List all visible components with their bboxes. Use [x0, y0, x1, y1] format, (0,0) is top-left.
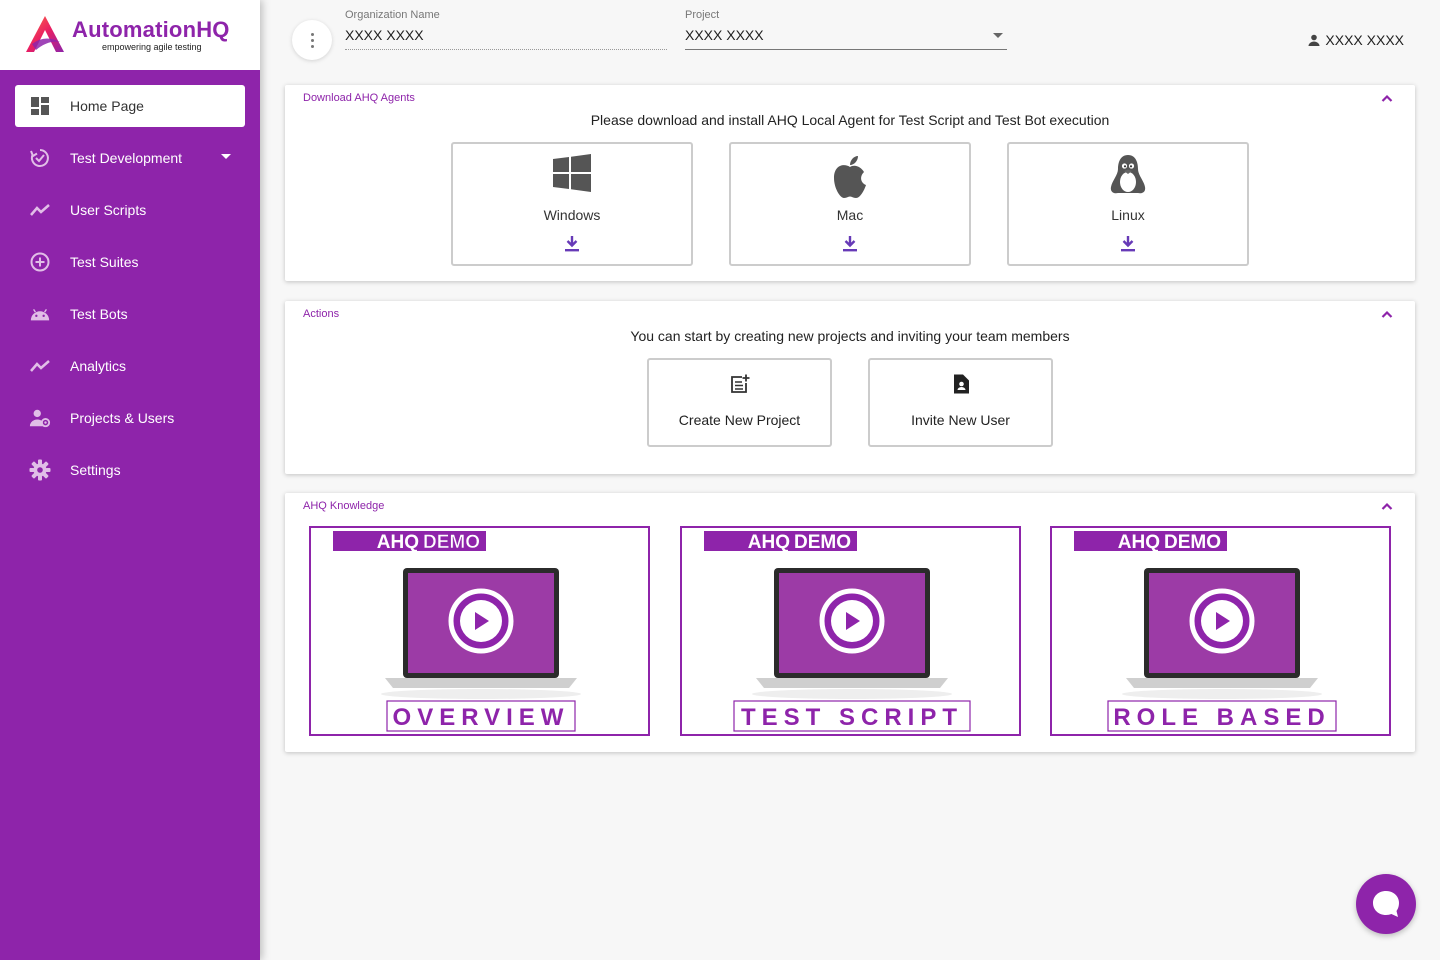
linux-icon: [1009, 154, 1247, 196]
download-icon: [1009, 235, 1247, 252]
video-brand-left: AHQ: [748, 532, 790, 553]
user-settings-icon: [29, 407, 51, 429]
card-title: Actions: [303, 308, 340, 320]
organization-value: XXXX XXXX: [345, 27, 667, 50]
sidebar-item-settings[interactable]: Settings: [15, 449, 245, 491]
trend-line-icon: [29, 355, 51, 377]
os-label: Mac: [836, 207, 864, 223]
more-vert-icon[interactable]: [292, 20, 332, 60]
video-brand-right: DEMO: [1164, 532, 1221, 553]
chevron-up-icon[interactable]: [1381, 502, 1393, 510]
video-brand-left: AHQ: [377, 532, 419, 553]
trend-line-icon: [29, 199, 51, 221]
apple-icon: [731, 154, 969, 200]
chat-button[interactable]: [1356, 874, 1416, 934]
download-linux-button[interactable]: Linux: [1007, 142, 1249, 266]
button-label: Create New Project: [678, 412, 801, 428]
project-select[interactable]: Project XXXX XXXX: [685, 9, 1007, 50]
sidebar-item-home-page[interactable]: Home Page: [15, 85, 245, 127]
sidebar: AutomationHQ empowering agile testing Ho…: [0, 0, 260, 960]
chevron-down-icon: [221, 154, 231, 159]
dropdown-arrow-icon: [993, 33, 1003, 38]
download-agents-card: Download AHQ Agents Please download and …: [285, 85, 1415, 281]
video-brand-right: DEMO: [794, 532, 851, 553]
os-label: Windows: [543, 207, 601, 223]
sidebar-item-label: Test Suites: [70, 254, 139, 270]
video-thumbnail: AHQ DEMO OVERVIEW: [333, 531, 581, 732]
sidebar-item-analytics[interactable]: Analytics: [15, 345, 245, 387]
sidebar-item-label: Analytics: [70, 358, 127, 374]
chat-bubble-icon: [1373, 891, 1399, 917]
invite-new-user-button[interactable]: Invite New User: [868, 358, 1053, 447]
download-icon: [731, 235, 969, 252]
card-title: AHQ Knowledge: [303, 500, 385, 512]
logo[interactable]: AutomationHQ empowering agile testing: [0, 0, 260, 70]
top-header: Organization Name XXXX XXXX Project XXXX…: [260, 0, 1440, 80]
chevron-up-icon[interactable]: [1381, 310, 1393, 318]
sidebar-item-user-scripts[interactable]: User Scripts: [15, 189, 245, 231]
sidebar-item-projects-users[interactable]: Projects & Users: [15, 397, 245, 439]
gear-icon: [29, 459, 51, 481]
sidebar-nav: Home Page Test Development User Scripts …: [0, 70, 260, 491]
card-description: Please download and install AHQ Local Ag…: [590, 112, 1110, 128]
project-label: Project: [685, 9, 720, 21]
actions-card: Actions You can start by creating new pr…: [285, 301, 1415, 474]
video-brand-left: AHQ: [1118, 532, 1160, 553]
video-test-script[interactable]: AHQ DEMO TEST SCRIPT: [680, 526, 1021, 736]
video-thumbnail: AHQ DEMO ROLE BASED: [1074, 531, 1337, 732]
organization-label: Organization Name: [345, 9, 440, 21]
logo-mark-icon: [22, 14, 68, 56]
brand-tagline: empowering agile testing: [102, 42, 202, 52]
sidebar-item-test-development[interactable]: Test Development: [15, 137, 245, 179]
video-role-based[interactable]: AHQ DEMO ROLE BASED: [1050, 526, 1391, 736]
person-icon: [1308, 34, 1320, 46]
sidebar-item-test-suites[interactable]: Test Suites: [15, 241, 245, 283]
create-new-project-button[interactable]: Create New Project: [647, 358, 832, 447]
sidebar-item-label: Home Page: [70, 98, 144, 114]
sidebar-item-label: Test Development: [70, 150, 183, 166]
dashboard-icon: [29, 95, 51, 117]
user-menu[interactable]: XXXX XXXX: [1308, 32, 1404, 48]
video-caption: OVERVIEW: [393, 704, 570, 731]
sidebar-item-label: Settings: [70, 462, 121, 478]
windows-icon: [453, 154, 691, 192]
os-label: Linux: [1111, 207, 1145, 223]
video-caption: ROLE BASED: [1113, 704, 1330, 731]
sidebar-item-label: User Scripts: [70, 202, 147, 218]
download-windows-button[interactable]: Windows: [451, 142, 693, 266]
button-label: Invite New User: [911, 412, 1010, 428]
video-overview[interactable]: AHQ DEMO OVERVIEW: [309, 526, 650, 736]
card-title: Download AHQ Agents: [303, 92, 415, 104]
user-file-icon: [870, 374, 1051, 394]
video-brand-right: DEMO: [423, 532, 480, 553]
brand-title: AutomationHQ: [72, 17, 230, 42]
video-caption: TEST SCRIPT: [741, 704, 963, 731]
project-value: XXXX XXXX: [685, 27, 764, 43]
download-mac-button[interactable]: Mac: [729, 142, 971, 266]
knowledge-card: AHQ Knowledge AHQ DEMO OVERVIEW AHQ DEMO: [285, 493, 1415, 752]
sidebar-item-test-bots[interactable]: Test Bots: [15, 293, 245, 335]
sidebar-item-label: Test Bots: [70, 306, 128, 322]
video-thumbnail: AHQ DEMO TEST SCRIPT: [704, 531, 971, 732]
new-document-icon: [649, 374, 830, 394]
download-icon: [453, 235, 691, 252]
sync-check-icon: [29, 147, 51, 169]
user-name: XXXX XXXX: [1325, 32, 1404, 48]
chevron-up-icon[interactable]: [1381, 94, 1393, 102]
sidebar-item-label: Projects & Users: [70, 410, 175, 426]
card-description: You can start by creating new projects a…: [630, 328, 1070, 344]
android-icon: [29, 303, 51, 325]
organization-field[interactable]: Organization Name XXXX XXXX: [345, 9, 667, 50]
add-circle-icon: [29, 251, 51, 273]
